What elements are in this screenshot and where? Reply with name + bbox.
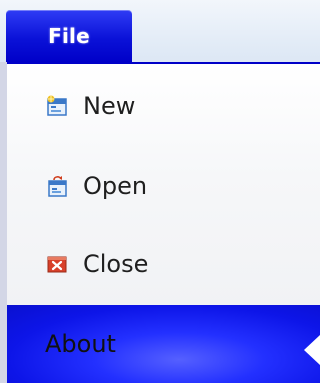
menu-item-close[interactable]: Close: [7, 228, 320, 300]
menu-item-close-label: Close: [83, 250, 149, 278]
menu-item-new-label: New: [83, 92, 136, 120]
menu-left-border: [0, 62, 7, 383]
file-tab[interactable]: File: [6, 10, 132, 62]
menu-item-new[interactable]: New: [7, 70, 320, 142]
selection-pointer-icon: [304, 335, 320, 365]
menu-item-open[interactable]: Open: [7, 150, 320, 222]
menu-item-open-label: Open: [83, 172, 148, 200]
file-tab-label: File: [48, 24, 90, 48]
new-document-icon: [47, 95, 67, 116]
menu-item-about-label: About: [45, 330, 116, 358]
close-icon: [47, 256, 67, 273]
open-folder-icon: [48, 176, 67, 197]
menu-item-about[interactable]: About: [7, 305, 320, 383]
